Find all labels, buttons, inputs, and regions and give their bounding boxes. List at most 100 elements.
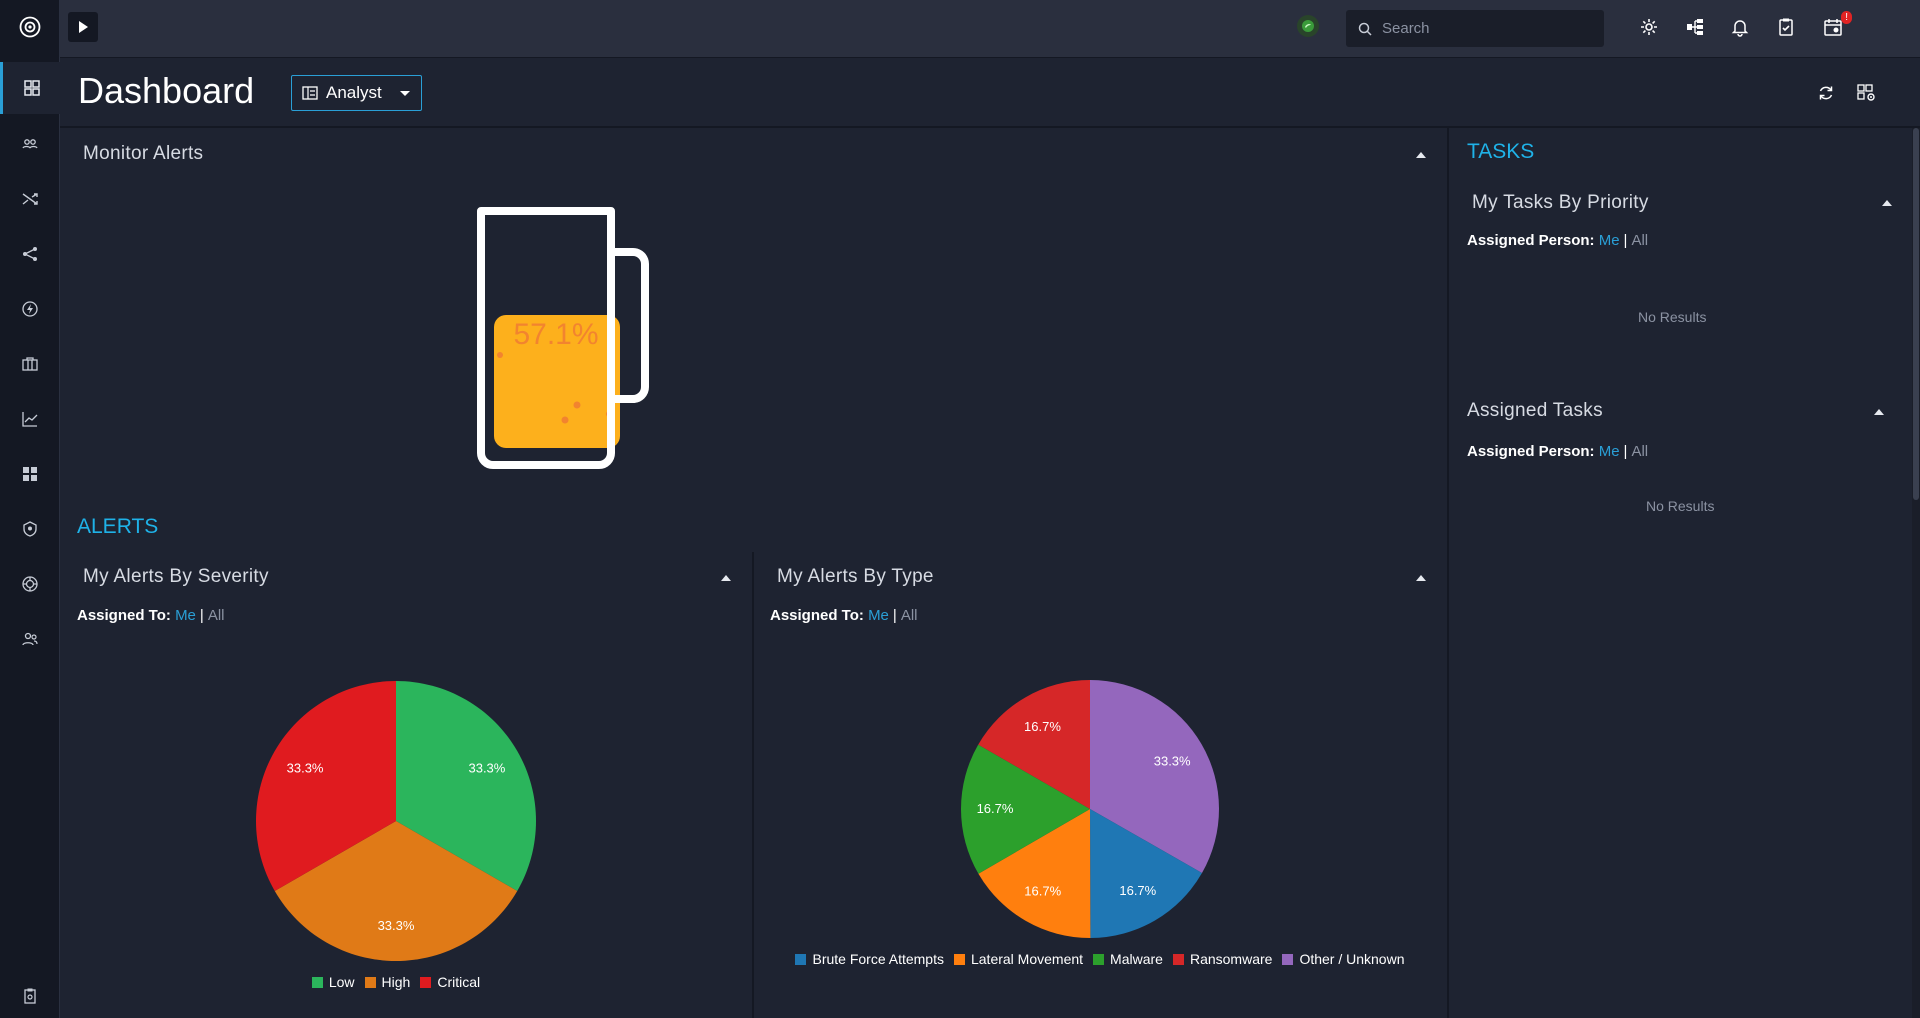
filter-label: Assigned Person: [1467,232,1595,249]
gear-icon [1641,19,1657,35]
sidebar-item-graph[interactable] [0,228,60,280]
alerts-by-type-collapse-button[interactable] [1414,571,1428,585]
legend-item[interactable]: Malware [1093,950,1163,969]
sidebar-item-workflows[interactable] [0,173,60,225]
legend-swatch [311,977,323,988]
filter-label: Assigned To: [770,607,864,624]
page-header: Dashboard Analyst [60,58,1920,128]
graph-icon [23,247,37,261]
assigned-tasks-collapse-button[interactable] [1872,405,1886,419]
filter-me-link[interactable]: Me [1599,232,1620,249]
legend-swatch [420,977,432,988]
legend-swatch [364,977,376,988]
tasks-by-priority-collapse-button[interactable] [1880,196,1894,210]
legend-item[interactable]: High [364,973,411,992]
gauge-percent-label: 57.1% [513,318,598,351]
sidebar-item-widgets[interactable] [0,448,60,500]
status-indicator-icon[interactable] [1297,15,1319,37]
legend-swatch [1172,954,1184,965]
page-title: Dashboard [78,70,255,111]
calendar-gear-icon [1824,19,1842,36]
filter-me-link[interactable]: Me [1599,443,1620,460]
sidebar-item-automation[interactable] [0,283,60,335]
sidebar-item-threat-intel[interactable] [0,558,60,610]
grid-icon [23,467,37,481]
search-input[interactable] [1382,20,1582,37]
legend-item[interactable]: Lateral Movement [953,950,1084,969]
expand-sidebar-button[interactable] [68,12,98,42]
approvals-button[interactable] [1773,14,1799,40]
severity-pie-chart: 33.3% 33.3% 33.3% [256,681,536,961]
line-chart-icon [22,412,38,427]
scrollbar-thumb[interactable] [1913,128,1919,500]
top-bar: ! [60,0,1920,58]
monitor-alerts-title: Monitor Alerts [83,143,204,164]
legend-item[interactable]: Critical [420,973,480,992]
legend-item[interactable]: Brute Force Attempts [795,950,944,969]
legend-swatch [1093,954,1105,965]
briefcase-icon [22,357,38,371]
filter-me-link[interactable]: Me [175,607,196,624]
filter-all-link[interactable]: All [1631,443,1648,460]
filter-separator: | [199,607,204,624]
assigned-person-filter: Assigned Person: Me | All [1467,443,1648,460]
alerts-section-title: ALERTS [77,515,159,538]
dashboard-view-select[interactable]: Analyst [291,75,422,111]
filter-me-link[interactable]: Me [868,607,889,624]
sidebar-item-users[interactable] [0,118,60,170]
search-box[interactable] [1346,10,1604,47]
sidebar-item-reports[interactable] [0,393,60,445]
hierarchy-button[interactable] [1682,14,1708,40]
legend-item[interactable]: Low [311,973,355,992]
legend-label: High [381,974,411,990]
legend-label: Other / Unknown [1299,951,1405,967]
dashboard-view-label: Analyst [326,83,382,102]
alerts-by-severity-collapse-button[interactable] [719,571,733,585]
legend-swatch [953,954,965,965]
app-logo-icon[interactable] [0,0,60,54]
legend-label: Critical [437,974,481,990]
legend-item[interactable]: Other / Unknown [1282,950,1405,969]
sidebar-item-teams[interactable] [0,613,60,665]
tasks-column-divider [1447,128,1449,1018]
priority-no-results: No Results [1638,309,1707,325]
monitor-alerts-gauge: 57.1% [470,200,700,470]
notification-badge: ! [1841,11,1852,24]
users-icon [22,139,38,149]
pie-data-label: 33.3% [468,761,505,776]
monitor-alerts-collapse-button[interactable] [1414,148,1428,162]
filter-separator: | [1623,443,1628,460]
pie-data-label: 16.7% [1024,883,1061,898]
alerts-by-type-title: My Alerts By Type [777,566,934,587]
legend-swatch [1282,954,1294,965]
settings-button[interactable] [1636,14,1662,40]
clipboard-icon [24,988,36,1004]
type-pie-chart: 33.3% 16.7% 16.7% 16.7% 16.7% [961,680,1219,938]
sidebar-item-cases[interactable] [0,338,60,390]
assigned-no-results: No Results [1646,498,1715,514]
page-scrollbar[interactable] [1912,128,1920,1018]
filter-separator: | [1623,232,1628,249]
sidebar-item-clipboard[interactable] [0,970,60,1018]
filter-all-link[interactable]: All [1631,232,1648,249]
system-alerts-button[interactable]: ! [1820,11,1852,40]
bell-icon [1731,20,1749,37]
sidebar-item-dashboard[interactable] [0,62,60,114]
alerts-by-severity-title: My Alerts By Severity [83,566,269,587]
shield-icon [23,521,37,537]
filter-all-link[interactable]: All [901,607,918,624]
notifications-button[interactable] [1727,14,1753,40]
refresh-button[interactable] [1815,82,1837,104]
layout-icon [302,86,318,100]
filter-label: Assigned To: [77,607,171,624]
dashboard-settings-button[interactable] [1856,82,1878,104]
pie-data-label: 33.3% [287,761,324,776]
filter-all-link[interactable]: All [208,607,225,624]
legend-item[interactable]: Ransomware [1172,950,1272,969]
play-icon [79,21,88,33]
sidebar-item-security[interactable] [0,503,60,555]
legend-label: Malware [1110,951,1163,967]
pie-data-label: 33.3% [1154,753,1191,768]
legend-label: Lateral Movement [970,951,1084,967]
legend-swatch [795,954,807,965]
